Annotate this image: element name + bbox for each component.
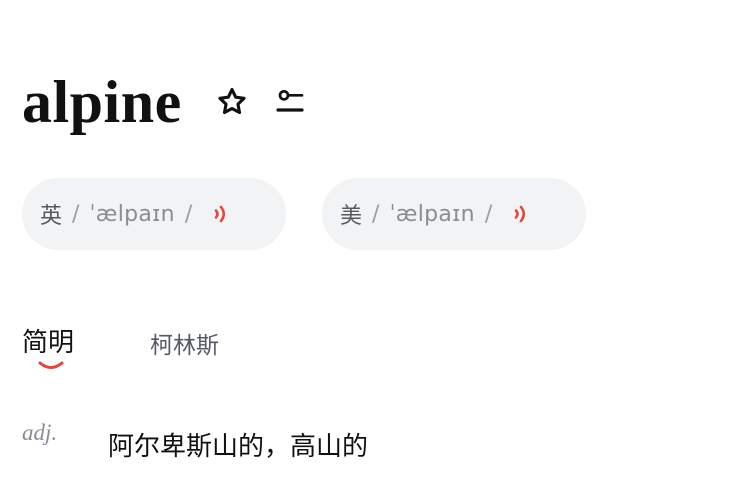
favorite-button[interactable] [214, 84, 250, 120]
tab-simple[interactable]: 简明 [22, 322, 74, 359]
add-to-list-icon [276, 90, 304, 112]
definition-text: 阿尔卑斯山的，高山的 [108, 432, 369, 462]
speaker-wave-icon [514, 205, 526, 223]
active-tab-indicator [38, 361, 64, 369]
tab-collins[interactable]: 柯林斯 [150, 326, 219, 360]
star-outline-icon [218, 87, 246, 115]
add-to-wordbook-button[interactable] [272, 84, 308, 120]
region-label: 美 [340, 204, 363, 229]
pronunciation-us[interactable]: 美 / ˈælpaɪn / [322, 178, 586, 250]
pronunciation-uk[interactable]: 英 / ˈælpaɪn / [22, 178, 286, 250]
ipa-text: ˈælpaɪn [89, 201, 175, 227]
ipa-slash-close: / [484, 201, 493, 227]
speaker-wave-icon [214, 205, 226, 223]
part-of-speech: adj. [22, 420, 58, 445]
definition-item: adj. 阿尔卑斯山的，高山的 [22, 420, 722, 464]
ipa-text: ˈælpaɪn [389, 201, 475, 227]
region-label: 英 [40, 204, 63, 229]
word-header: alpine [22, 62, 308, 142]
ipa-slash-close: / [184, 201, 193, 227]
play-audio-button[interactable] [212, 202, 230, 226]
headword: alpine [22, 69, 182, 135]
ipa-slash-open: / [72, 201, 80, 227]
ipa-slash-open: / [372, 201, 380, 227]
play-audio-button[interactable] [512, 202, 530, 226]
